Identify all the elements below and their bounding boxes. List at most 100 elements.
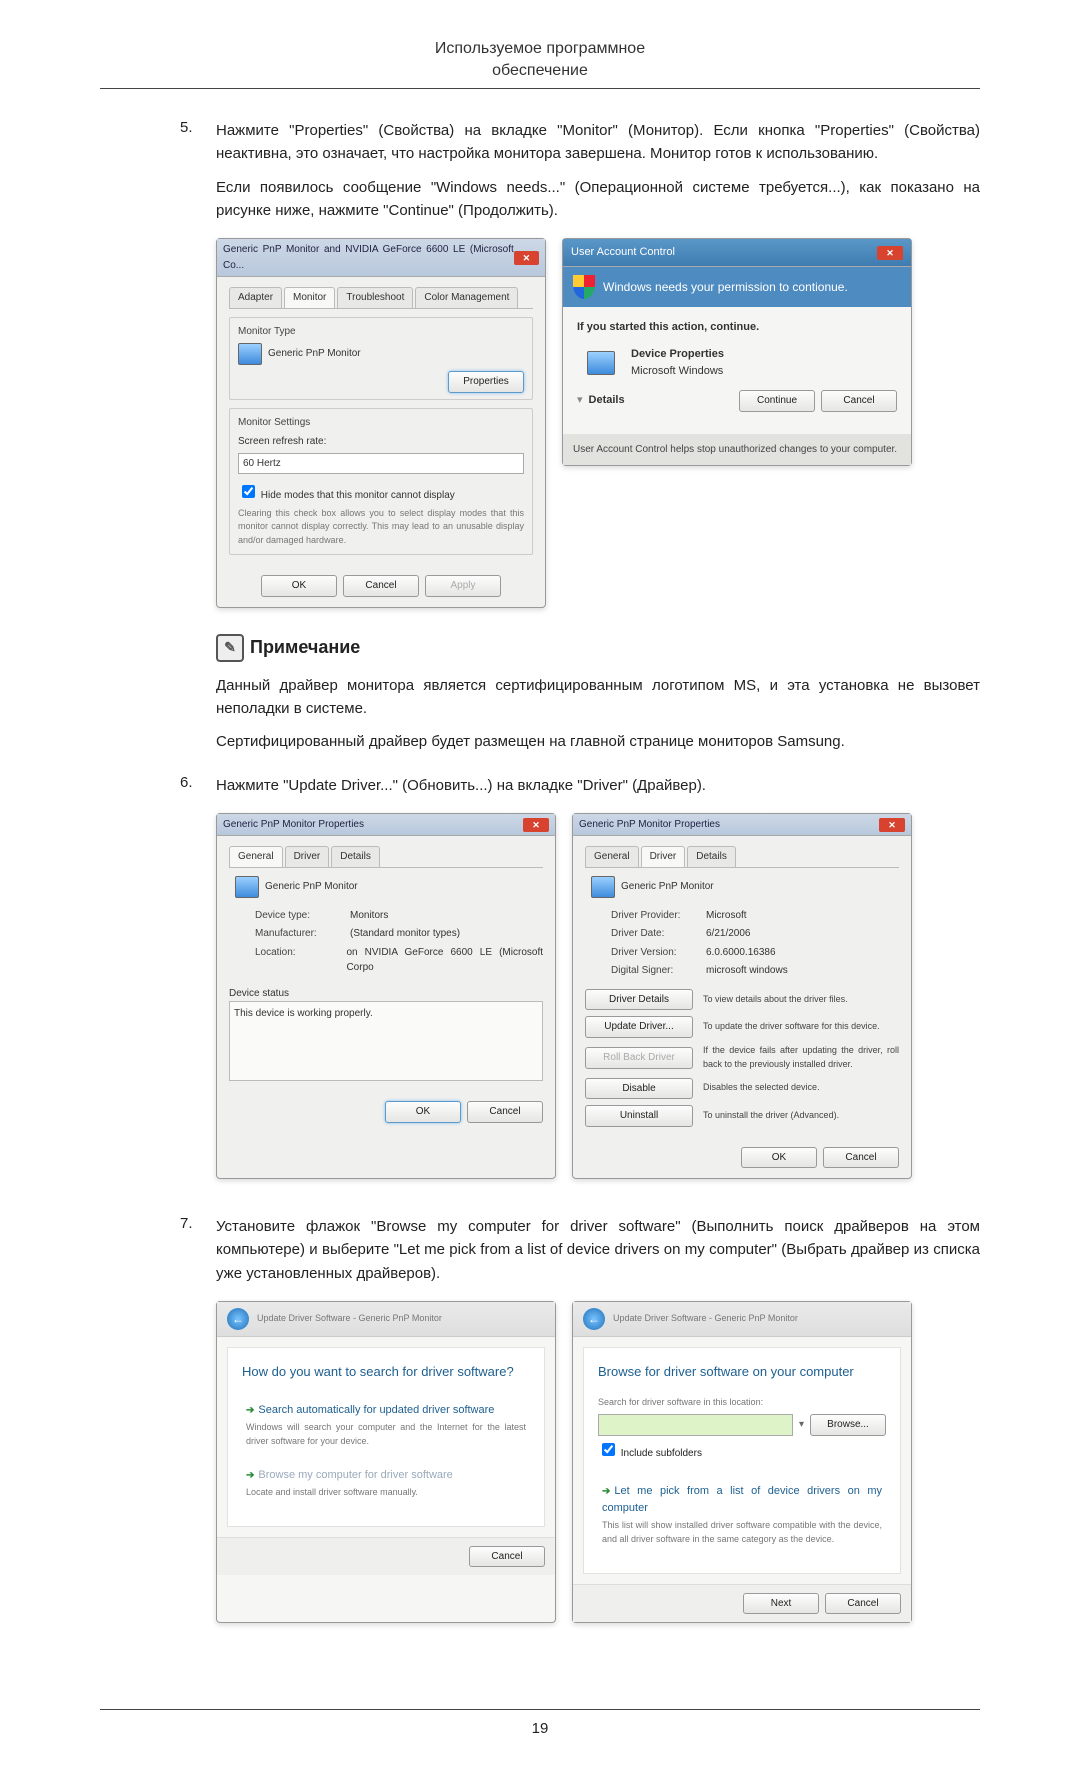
- tab-general[interactable]: General: [585, 846, 639, 867]
- step5-paragraph2: Если появилось сообщение "Windows needs.…: [216, 176, 980, 223]
- date-value: 6/21/2006: [706, 926, 751, 942]
- search-location-label: Search for driver software in this locat…: [598, 1396, 886, 1410]
- page-header-line1: Используемое программное: [100, 40, 980, 58]
- footer-rule: [100, 1709, 980, 1710]
- option-browse-title: Browse my computer for driver software: [258, 1469, 452, 1481]
- update-driver-desc: To update the driver software for this d…: [703, 1020, 899, 1034]
- refresh-rate-label: Screen refresh rate:: [238, 434, 524, 450]
- tab-adapter[interactable]: Adapter: [229, 287, 282, 308]
- tab-color-management[interactable]: Color Management: [415, 287, 518, 308]
- monitor-dialog-title: Generic PnP Monitor and NVIDIA GeForce 6…: [223, 242, 514, 273]
- option-search-auto-desc: Windows will search your computer and th…: [246, 1421, 526, 1449]
- uac-footer-text: User Account Control helps stop unauthor…: [563, 434, 911, 466]
- option-browse-desc: Locate and install driver software manua…: [246, 1486, 526, 1500]
- general-properties-dialog: Generic PnP Monitor Properties ✕ General…: [216, 813, 556, 1179]
- cancel-button[interactable]: Cancel: [343, 575, 419, 597]
- monitor-settings-label: Monitor Settings: [238, 415, 524, 431]
- tab-troubleshoot[interactable]: Troubleshoot: [337, 287, 413, 308]
- cancel-button[interactable]: Cancel: [469, 1546, 545, 1568]
- note-icon: ✎: [216, 634, 244, 662]
- option-browse-computer[interactable]: ➔Browse my computer for driver software …: [242, 1461, 530, 1506]
- tab-driver[interactable]: Driver: [285, 846, 330, 867]
- date-label: Driver Date:: [611, 926, 696, 942]
- driver-dialog-title: Generic PnP Monitor Properties: [579, 817, 720, 833]
- continue-button[interactable]: Continue: [739, 390, 815, 412]
- rollback-driver-desc: If the device fails after updating the d…: [703, 1044, 899, 1072]
- driver-properties-dialog: Generic PnP Monitor Properties ✕ General…: [572, 813, 912, 1179]
- cancel-button[interactable]: Cancel: [823, 1147, 899, 1169]
- header-rule: [100, 88, 980, 89]
- tab-driver[interactable]: Driver: [641, 846, 686, 867]
- back-icon[interactable]: ←: [227, 1308, 249, 1330]
- provider-label: Driver Provider:: [611, 908, 696, 924]
- devtype-label: Device type:: [255, 908, 340, 924]
- close-icon[interactable]: ✕: [879, 818, 905, 832]
- signer-value: microsoft windows: [706, 963, 788, 979]
- properties-button[interactable]: Properties: [448, 371, 524, 393]
- monitor-properties-dialog: Generic PnP Monitor and NVIDIA GeForce 6…: [216, 238, 546, 608]
- monitor-icon: [235, 876, 259, 898]
- step7-paragraph1: Установите флажок "Browse my computer fo…: [216, 1215, 980, 1285]
- hide-modes-description: Clearing this check box allows you to se…: [238, 507, 524, 549]
- tab-details[interactable]: Details: [687, 846, 736, 867]
- next-button[interactable]: Next: [743, 1593, 819, 1615]
- uninstall-button[interactable]: Uninstall: [585, 1105, 693, 1127]
- ok-button[interactable]: OK: [261, 575, 337, 597]
- tab-monitor[interactable]: Monitor: [284, 287, 335, 308]
- wizard1-title: How do you want to search for driver sof…: [242, 1362, 530, 1382]
- loc-value: on NVIDIA GeForce 6600 LE (Microsoft Cor…: [346, 945, 543, 976]
- option-search-auto-title: Search automatically for updated driver …: [258, 1404, 494, 1416]
- general-device-name: Generic PnP Monitor: [265, 879, 358, 895]
- option-search-auto[interactable]: ➔Search automatically for updated driver…: [242, 1396, 530, 1455]
- uac-started-text: If you started this action, continue.: [577, 319, 897, 336]
- option-pick-desc: This list will show installed driver sof…: [602, 1519, 882, 1547]
- monitor-device-name: Generic PnP Monitor: [268, 346, 361, 362]
- cancel-button[interactable]: Cancel: [825, 1593, 901, 1615]
- step7-number: 7.: [180, 1215, 216, 1649]
- close-icon[interactable]: ✕: [877, 246, 903, 260]
- note-paragraph1: Данный драйвер монитора является сертифи…: [216, 674, 980, 721]
- device-status-box: This device is working properly.: [229, 1001, 543, 1081]
- general-dialog-title: Generic PnP Monitor Properties: [223, 817, 364, 833]
- tab-general[interactable]: General: [229, 846, 283, 867]
- device-icon: [587, 351, 615, 375]
- device-status-label: Device status: [229, 986, 543, 1002]
- version-value: 6.0.6000.16386: [706, 945, 776, 961]
- refresh-rate-select[interactable]: 60 Hertz: [238, 453, 524, 475]
- note-paragraph2: Сертифицированный драйвер будет размещен…: [216, 730, 980, 753]
- option-pick-from-list[interactable]: ➔Let me pick from a list of device drive…: [598, 1477, 886, 1553]
- update-driver-button[interactable]: Update Driver...: [585, 1016, 693, 1038]
- chevron-down-icon[interactable]: ▾: [577, 392, 583, 409]
- uac-details-toggle[interactable]: Details: [589, 392, 625, 409]
- shield-icon: [573, 275, 595, 299]
- rollback-driver-button[interactable]: Roll Back Driver: [585, 1047, 693, 1069]
- wizard1-crumb: Update Driver Software - Generic PnP Mon…: [257, 1312, 442, 1326]
- provider-value: Microsoft: [706, 908, 747, 924]
- include-subfolders-checkbox[interactable]: [602, 1443, 615, 1456]
- driver-wizard-search: ← Update Driver Software - Generic PnP M…: [216, 1301, 556, 1624]
- note-heading: Примечание: [250, 634, 360, 662]
- cancel-button[interactable]: Cancel: [467, 1101, 543, 1123]
- monitor-icon: [238, 343, 262, 365]
- devtype-value: Monitors: [350, 908, 388, 924]
- browse-button[interactable]: Browse...: [810, 1414, 886, 1436]
- disable-button[interactable]: Disable: [585, 1078, 693, 1100]
- version-label: Driver Version:: [611, 945, 696, 961]
- ok-button[interactable]: OK: [385, 1101, 461, 1123]
- arrow-icon: ➔: [602, 1486, 610, 1497]
- tab-details[interactable]: Details: [331, 846, 380, 867]
- step5-number: 5.: [180, 119, 216, 764]
- location-input[interactable]: [598, 1414, 793, 1436]
- apply-button[interactable]: Apply: [425, 575, 501, 597]
- driver-details-button[interactable]: Driver Details: [585, 989, 693, 1011]
- ok-button[interactable]: OK: [741, 1147, 817, 1169]
- back-icon[interactable]: ←: [583, 1308, 605, 1330]
- uac-headline: Windows needs your permission to contion…: [603, 278, 848, 297]
- close-icon[interactable]: ✕: [514, 251, 539, 265]
- mfr-label: Manufacturer:: [255, 926, 340, 942]
- driver-device-name: Generic PnP Monitor: [621, 879, 714, 895]
- arrow-icon: ➔: [246, 1470, 254, 1481]
- hide-modes-checkbox[interactable]: [242, 485, 255, 498]
- close-icon[interactable]: ✕: [523, 818, 549, 832]
- cancel-button[interactable]: Cancel: [821, 390, 897, 412]
